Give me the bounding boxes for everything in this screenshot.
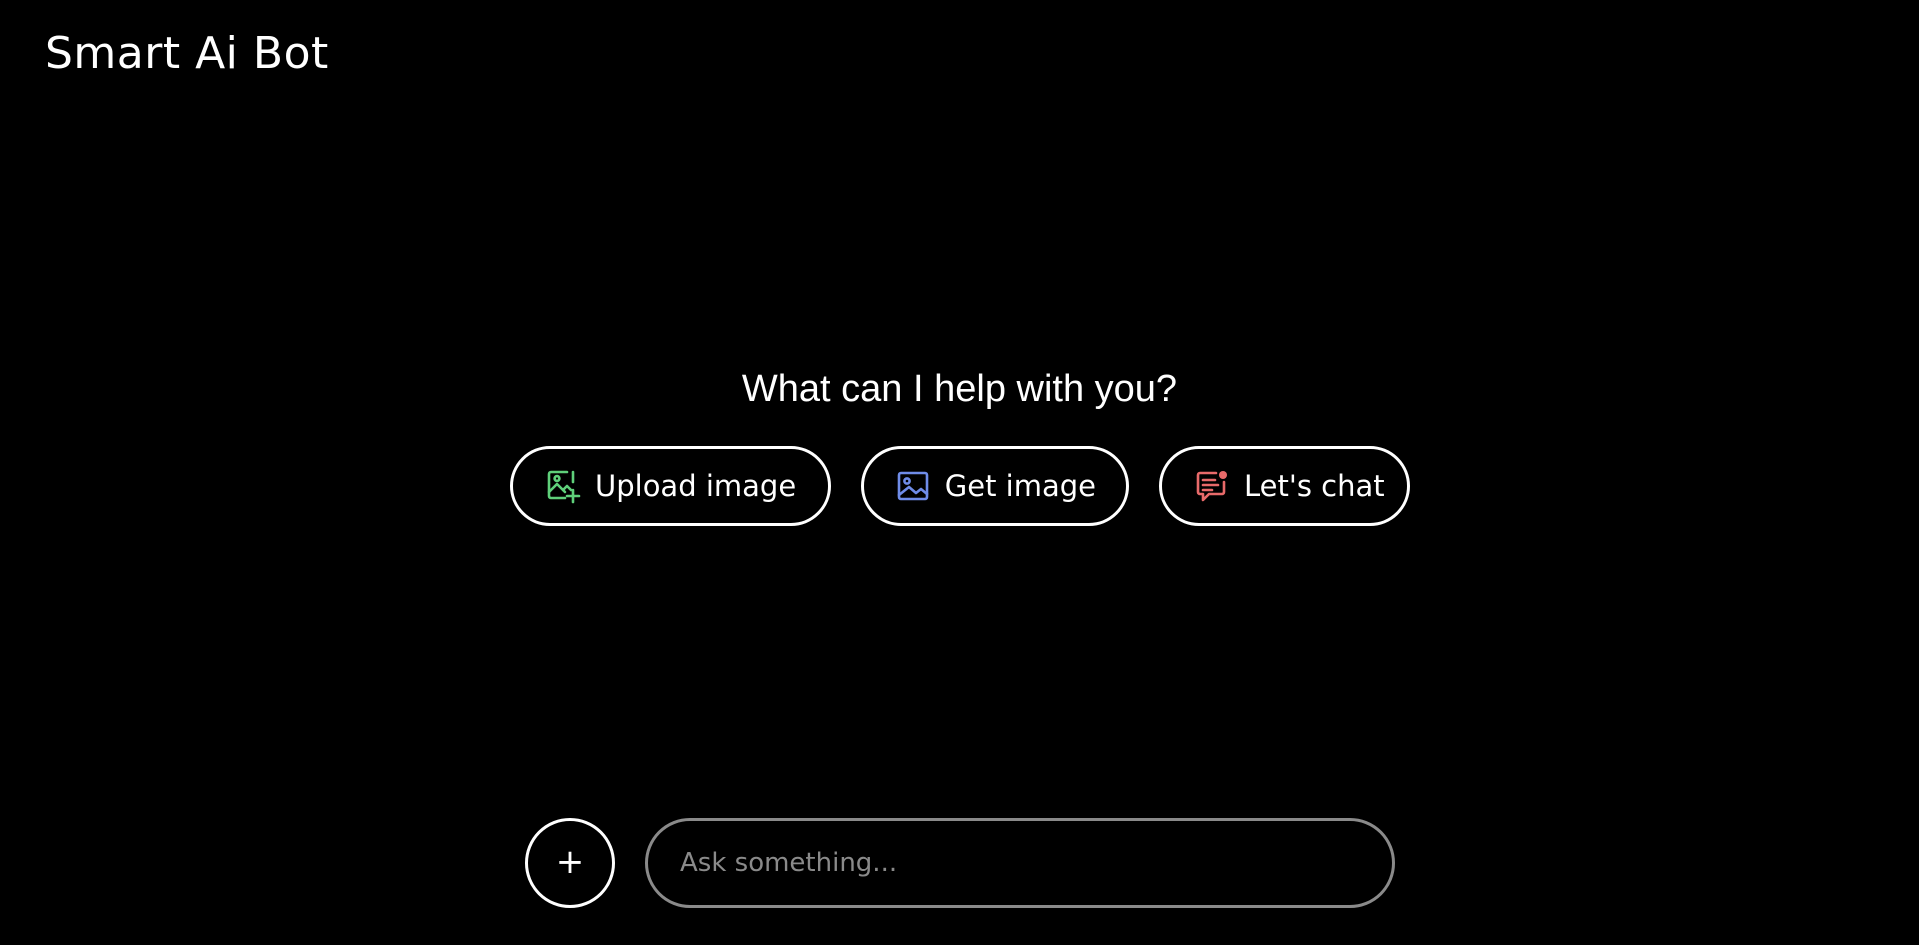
composer: + <box>0 818 1919 908</box>
lets-chat-label: Let's chat <box>1244 469 1385 503</box>
lets-chat-button[interactable]: Let's chat <box>1159 446 1410 526</box>
image-add-icon <box>545 468 581 504</box>
get-image-label: Get image <box>944 469 1096 503</box>
app-title: Smart Ai Bot <box>45 28 329 79</box>
upload-image-button[interactable]: Upload image <box>510 446 831 526</box>
get-image-button[interactable]: Get image <box>861 446 1129 526</box>
hero: What can I help with you? <box>0 368 1919 411</box>
chat-notification-icon <box>1194 468 1230 504</box>
ask-input[interactable] <box>645 818 1395 908</box>
image-icon <box>896 468 931 504</box>
hero-heading: What can I help with you? <box>741 368 1178 410</box>
action-row: Upload image Get image Let's chat <box>0 446 1919 526</box>
plus-icon: + <box>555 841 585 882</box>
upload-image-label: Upload image <box>595 469 797 503</box>
add-attachment-button[interactable]: + <box>525 818 615 908</box>
